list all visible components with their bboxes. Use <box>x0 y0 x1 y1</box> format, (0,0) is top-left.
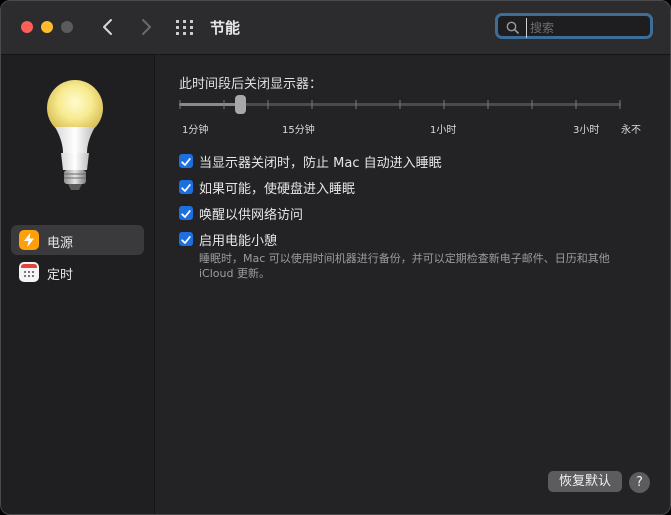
checkbox-checked[interactable] <box>179 154 193 168</box>
sidebar: 电源 定时 <box>1 55 155 514</box>
system-preferences-window: 节能 搜索 电源 定时 此时间段后关闭显示器： 1分钟 15分钟 1小时 3小时… <box>0 0 671 515</box>
title-bar: 节能 <box>1 1 670 55</box>
power-nap-description: 睡眠时，Mac 可以使用时间机器进行备份，并可以定期检查新电子邮件、日历和其他 … <box>199 252 610 280</box>
help-button[interactable]: ? <box>629 472 650 493</box>
tick-label-1min: 1分钟 <box>182 125 209 136</box>
tick-label-never: 永不 <box>621 125 641 136</box>
slider-thumb[interactable] <box>235 95 246 114</box>
show-all-button[interactable] <box>175 18 195 38</box>
chevron-right-icon <box>142 19 151 35</box>
chevron-left-icon <box>103 19 112 35</box>
tick-label-15min: 15分钟 <box>282 125 315 136</box>
checkmark-icon <box>181 236 191 244</box>
sidebar-item-label: 定时 <box>47 268 74 283</box>
search-icon <box>506 21 519 34</box>
calendar-icon <box>19 262 39 282</box>
checkbox-checked[interactable] <box>179 232 193 246</box>
back-button[interactable] <box>97 15 119 39</box>
option-label: 如果可能，使硬盘进入睡眠 <box>199 182 356 197</box>
tick-label-1hour: 1小时 <box>430 125 457 136</box>
lightning-bolt-icon <box>19 230 39 250</box>
checkbox-checked[interactable] <box>179 180 193 194</box>
option-label: 唤醒以供网络访问 <box>199 208 304 223</box>
zoom-window-button[interactable] <box>61 21 73 33</box>
grid-icon <box>176 20 193 35</box>
minimize-window-button[interactable] <box>41 21 53 33</box>
display-sleep-label: 此时间段后关闭显示器： <box>179 77 323 92</box>
main-panel: 此时间段后关闭显示器： 1分钟 15分钟 1小时 3小时 永不 当显示器关闭时，… <box>155 55 670 514</box>
sidebar-item-label: 电源 <box>47 236 74 251</box>
forward-button[interactable] <box>135 15 157 39</box>
checkmark-icon <box>181 210 191 218</box>
search-input[interactable] <box>526 18 650 38</box>
search-field[interactable] <box>495 13 653 39</box>
checkmark-icon <box>181 184 191 192</box>
light-bulb-icon <box>47 80 103 190</box>
display-sleep-slider[interactable] <box>179 91 621 121</box>
tick-label-3hours: 3小时 <box>573 125 600 136</box>
option-label: 当显示器关闭时，防止 Mac 自动进入睡眠 <box>199 156 442 171</box>
close-window-button[interactable] <box>21 21 33 33</box>
checkbox-checked[interactable] <box>179 206 193 220</box>
option-label: 启用电能小憩 <box>199 234 278 249</box>
window-title: 节能 <box>210 19 241 37</box>
checkmark-icon <box>181 158 191 166</box>
restore-defaults-button[interactable]: 恢复默认 <box>548 471 622 492</box>
sidebar-item-power[interactable]: 电源 <box>11 225 144 255</box>
sidebar-item-schedule[interactable]: 定时 <box>11 257 144 287</box>
